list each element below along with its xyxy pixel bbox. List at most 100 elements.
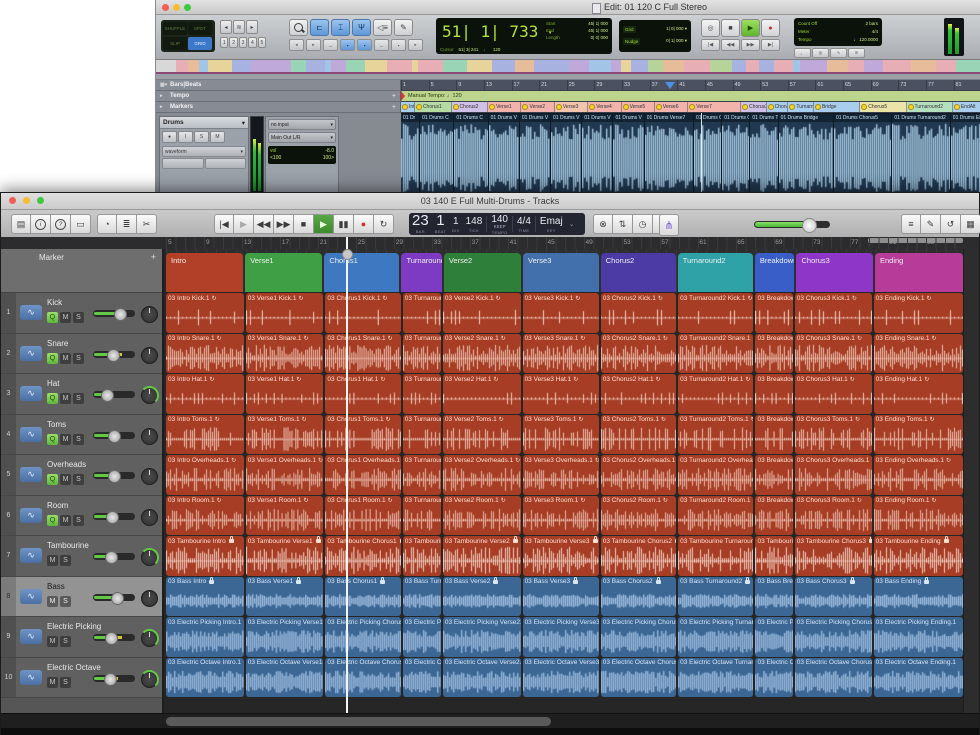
- slider-thumb[interactable]: [108, 430, 121, 443]
- solo-button[interactable]: S: [60, 677, 71, 688]
- marker-verse2[interactable]: Verse2: [521, 102, 554, 112]
- main-counter-lcd[interactable]: 51| 1| 733 ▾ Start45| 1| 000 End45| 1| 0…: [436, 18, 612, 54]
- region[interactable]: 03 Bass Verse2: [443, 577, 521, 617]
- marker-chorus3[interactable]: Chorus3: [741, 102, 767, 112]
- region[interactable]: 03 Electric Picking Breakdown.1: [755, 617, 792, 657]
- volume-slider[interactable]: [93, 472, 135, 479]
- forward-button[interactable]: ▶▶: [274, 214, 294, 234]
- go-to-beginning-button[interactable]: |◀: [214, 214, 234, 234]
- flex-quantize-button[interactable]: Q: [47, 393, 58, 404]
- audio-region[interactable]: 01 Drums Turnaround2: [892, 114, 949, 194]
- region[interactable]: 03 Tambourine Breakdown: [755, 536, 792, 576]
- track-header-room[interactable]: 6∿RoomQMS: [1, 496, 162, 537]
- region[interactable]: 03 Bass Breakdown: [755, 577, 792, 617]
- mixer-button[interactable]: ≣: [117, 214, 137, 234]
- audio-region[interactable]: 01 Drums Bridge: [779, 114, 833, 194]
- volume-slider[interactable]: [93, 634, 135, 641]
- scrollbar-thumb[interactable]: [166, 717, 551, 726]
- metronome-button[interactable]: ♩: [794, 48, 811, 58]
- region[interactable]: 03 Intro Overheads.1↻: [166, 455, 244, 495]
- pan-knob[interactable]: [141, 509, 158, 526]
- pan-right-value[interactable]: 100>: [323, 155, 334, 162]
- mode-spot-button[interactable]: SPOT: [188, 22, 212, 35]
- region[interactable]: 03 Verse2 Toms.1↻: [443, 415, 521, 455]
- region[interactable]: 03 Electric Picking Turnaround.1: [403, 617, 441, 657]
- mute-button[interactable]: M: [210, 131, 225, 143]
- arrangement-marker-verse2[interactable]: Verse2: [444, 253, 521, 292]
- region[interactable]: 03 Turnaround2 Room.1↻: [678, 496, 753, 536]
- pause-button[interactable]: ▮▮: [334, 214, 354, 234]
- arrangement-marker-turnaround2[interactable]: Turnaround2: [678, 253, 753, 292]
- tuning-fork-button[interactable]: ⋔: [659, 214, 679, 236]
- region[interactable]: 03 Bass Turnaround2: [678, 577, 753, 617]
- add-marker-icon[interactable]: +: [151, 252, 156, 262]
- volume-slider[interactable]: [93, 351, 135, 358]
- region[interactable]: 03 Electric Octave Chorus1.1: [325, 658, 400, 698]
- region[interactable]: 03 Electric Octave Turnaround2.1: [678, 658, 753, 698]
- slider-thumb[interactable]: [107, 349, 120, 362]
- edit-nav-button[interactable]: ↔: [323, 39, 338, 51]
- flex-quantize-button[interactable]: Q: [47, 353, 58, 364]
- playhead-marker-icon[interactable]: [665, 82, 675, 89]
- close-icon[interactable]: [162, 4, 169, 11]
- region[interactable]: 03 Chorus1 Snare.1↻: [325, 334, 400, 374]
- region[interactable]: 03 Tambourine Intro: [166, 536, 244, 576]
- control-bar-display[interactable]: 23BAR 1BEAT 1DIV 148TICK 140KEEPTEMPO 4/…: [409, 213, 585, 235]
- solo-button[interactable]: S: [73, 353, 84, 364]
- marker-verse3[interactable]: Verse3: [555, 102, 588, 112]
- volume-slider[interactable]: [93, 432, 135, 439]
- zoomer-tool-button[interactable]: [289, 19, 308, 36]
- track-header-electric-picking[interactable]: 9∿Electric PickingMS: [1, 617, 162, 658]
- region[interactable]: 03 Verse3 Kick.1↻: [523, 293, 599, 333]
- apple-loops-button[interactable]: ↺: [941, 214, 961, 234]
- region[interactable]: 03 Electric Octave Intro.1: [166, 658, 244, 698]
- midi-merge-button[interactable]: ≋: [848, 48, 865, 58]
- region[interactable]: 03 Electric Octave Verse3.1: [523, 658, 599, 698]
- mute-button[interactable]: M: [60, 353, 71, 364]
- region[interactable]: 03 Electric Picking Intro.1: [166, 617, 244, 657]
- mode-shuffle-button[interactable]: SHUFFLE: [163, 22, 187, 35]
- solo-button[interactable]: S: [73, 393, 84, 404]
- region[interactable]: 03 Ending Hat.1↻: [874, 374, 963, 414]
- automation-mode-button[interactable]: [205, 158, 247, 169]
- region[interactable]: 03 Turnaround2 Kick.1↻: [678, 293, 753, 333]
- record-button[interactable]: ●: [761, 19, 780, 37]
- region[interactable]: 03 Verse3 Room.1↻: [523, 496, 599, 536]
- region[interactable]: 03 Chorus3 Toms.1↻: [795, 415, 872, 455]
- region[interactable]: 03 Bass Verse1: [246, 577, 324, 617]
- marker-verse5[interactable]: Verse5: [622, 102, 655, 112]
- mode-slip-button[interactable]: SLIP: [163, 37, 187, 50]
- region[interactable]: 03 Verse1 Room.1↻: [246, 496, 324, 536]
- solo-button[interactable]: S: [60, 636, 71, 647]
- marker-turnaround2[interactable]: Turnaround2: [907, 102, 953, 112]
- cycle-button[interactable]: ↻: [374, 214, 394, 234]
- region[interactable]: 03 Breakdown Snare.1↻: [755, 334, 792, 374]
- playhead-handle[interactable]: [342, 249, 353, 260]
- zoom-preset-3-button[interactable]: 3: [239, 37, 247, 48]
- volume-slider[interactable]: [93, 594, 135, 601]
- lcd-key[interactable]: EmajKEY: [537, 213, 566, 235]
- markers-ruler[interactable]: IntrChorus1Chorus2Verse1Verse2Verse3Vers…: [401, 102, 980, 113]
- play-from-selection-button[interactable]: ▶: [234, 214, 254, 234]
- region[interactable]: 03 Electric Octave Chorus2.1: [601, 658, 676, 698]
- markers-ruler-label[interactable]: ▸Markers+: [156, 102, 401, 113]
- drums-track-header[interactable]: Drums▾ ●ISM waveform▾: [159, 116, 249, 193]
- volume-slider[interactable]: [93, 391, 135, 398]
- region[interactable]: 03 Electric Octave Verse1.1: [246, 658, 324, 698]
- region[interactable]: 03 Verse3 Snare.1↻: [523, 334, 599, 374]
- pan-knob[interactable]: [141, 671, 158, 688]
- edit-nav-button[interactable]: ▪: [391, 39, 406, 51]
- volume-slider[interactable]: [93, 513, 135, 520]
- region[interactable]: 03 Verse2 Snare.1↻: [443, 334, 521, 374]
- region[interactable]: 03 Turnaround2 Snare.1↻: [678, 334, 753, 374]
- pan-knob[interactable]: [141, 468, 158, 485]
- region[interactable]: 03 Intro Snare.1↻: [166, 334, 244, 374]
- track-header-kick[interactable]: 1∿KickQMS: [1, 293, 162, 334]
- count-in-button[interactable]: ◎: [812, 48, 829, 58]
- inspector-button[interactable]: i: [31, 214, 51, 234]
- region[interactable]: 03 Electric Picking Ending.1: [874, 617, 963, 657]
- tempo-ruler-label[interactable]: ▸Tempo+: [156, 91, 401, 102]
- region[interactable]: 03 Electric Octave Breakdown.1: [755, 658, 792, 698]
- pan-knob[interactable]: [141, 428, 158, 445]
- region[interactable]: 03 Tambourine Chorus1: [325, 536, 400, 576]
